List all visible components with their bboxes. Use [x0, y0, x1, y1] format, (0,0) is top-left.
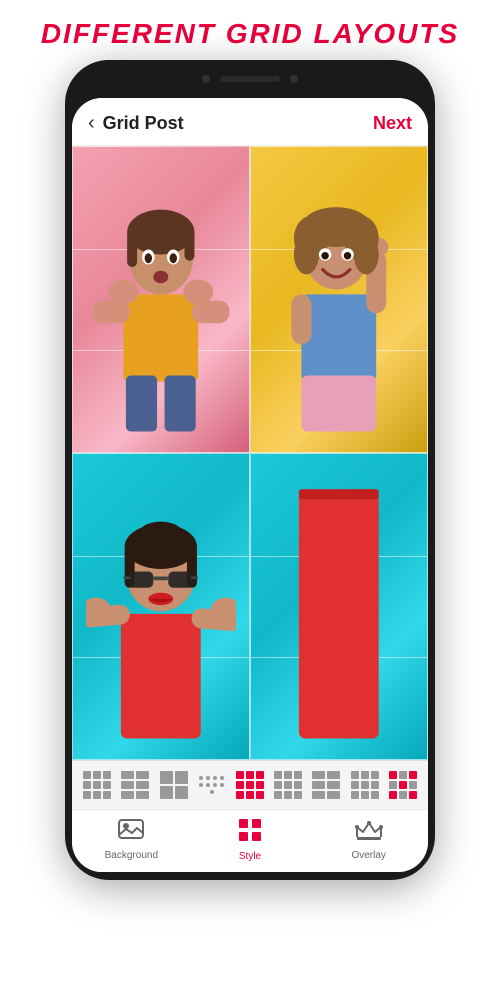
layout-icon-3[interactable] [160, 771, 188, 799]
nav-style[interactable]: Style [191, 818, 310, 862]
next-button[interactable]: Next [373, 113, 412, 134]
photo-grid [72, 146, 428, 760]
overlay-icon [355, 819, 383, 847]
layout-icon-7[interactable] [312, 771, 340, 799]
layout-icon-9[interactable] [389, 771, 417, 799]
page-title: DIFFERENT GRID LAYOUTS [0, 0, 500, 60]
phone-screen: ‹ Grid Post Next [72, 98, 428, 872]
phone-shell: ‹ Grid Post Next [65, 60, 435, 880]
grid-cell-top-left [72, 146, 250, 453]
nav-overlay[interactable]: Overlay [309, 819, 428, 861]
back-arrow[interactable]: ‹ [88, 112, 95, 135]
camera-dot-right [290, 75, 298, 83]
layout-icon-5[interactable] [236, 771, 264, 799]
background-icon [118, 819, 144, 847]
speaker-bar [220, 76, 280, 82]
background-label: Background [105, 850, 158, 861]
grid-cell-bottom-right [250, 453, 428, 760]
header-left: ‹ Grid Post [88, 112, 184, 135]
grid-cell-top-right [250, 146, 428, 453]
layout-icon-1[interactable] [83, 771, 111, 799]
layout-toolbar [72, 760, 428, 809]
style-icon [238, 818, 262, 848]
grid-cell-bottom-left [72, 453, 250, 760]
nav-background[interactable]: Background [72, 819, 191, 861]
bottom-nav: Background Style [72, 809, 428, 872]
overlay-label: Overlay [351, 850, 385, 861]
layout-icon-4[interactable] [198, 771, 226, 799]
header-title: Grid Post [103, 113, 184, 134]
layout-icon-2[interactable] [121, 771, 149, 799]
style-label: Style [239, 851, 261, 862]
app-header: ‹ Grid Post Next [72, 98, 428, 146]
layout-icon-6[interactable] [274, 771, 302, 799]
layout-icon-8[interactable] [351, 771, 379, 799]
phone-top-bar [65, 60, 435, 98]
camera-dot-left [202, 75, 210, 83]
